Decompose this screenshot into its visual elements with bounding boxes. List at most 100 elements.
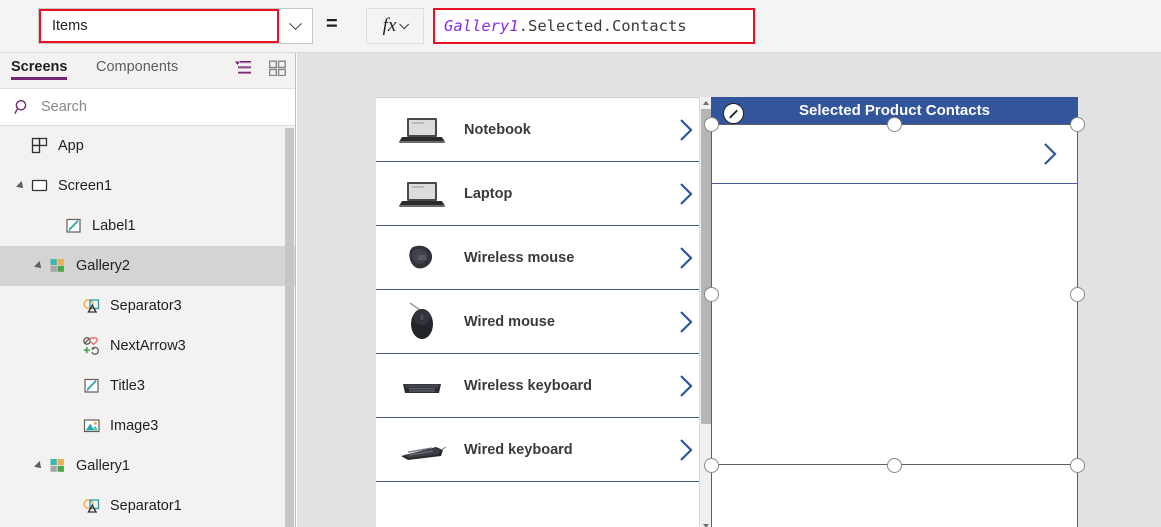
formula-bar: Items = fx Gallery1 .Selected.Contacts: [0, 0, 1161, 53]
tree-view-icon[interactable]: [234, 60, 252, 76]
power-apps-studio: Items = fx Gallery1 .Selected.Contacts Sc…: [0, 0, 1161, 527]
separator-icon: [82, 296, 102, 316]
gallery1-item[interactable]: Wired mouse: [376, 290, 710, 354]
tree-item-label: Title3: [110, 378, 145, 394]
search-placeholder: Search: [41, 99, 87, 115]
gallery1-control[interactable]: Notebook Laptop Wireless mouse Wired mouse W…: [376, 97, 710, 527]
screen-tree: App Screen1 Label1 Gallery2 Separator3 NextAr…: [0, 126, 295, 526]
property-dropdown-button[interactable]: [279, 9, 312, 43]
resize-handle-bottom-left[interactable]: [704, 458, 719, 473]
tree-item-label: NextArrow3: [110, 338, 186, 354]
gallery1-item-title: Laptop: [464, 185, 513, 202]
view-toggle-group: [234, 60, 286, 77]
wireless-keyboard-photo: [394, 364, 449, 408]
resize-handle-top-right[interactable]: [1070, 117, 1085, 132]
gallery1-item[interactable]: Wired keyboard: [376, 418, 710, 482]
edit-pencil-icon[interactable]: [723, 103, 744, 124]
tree-item-screen1[interactable]: Screen1: [0, 166, 295, 206]
gallery1-scroll-thumb[interactable]: [701, 109, 711, 424]
tree-item-gallery2[interactable]: Gallery2: [0, 246, 295, 286]
tree-item-nextarrow3[interactable]: NextArrow3: [0, 326, 295, 366]
next-arrow-icon[interactable]: [677, 181, 696, 207]
screen-icon: [30, 176, 50, 196]
app-canvas: Notebook Laptop Wireless mouse Wired mouse W…: [297, 53, 1161, 527]
gallery2-control[interactable]: Selected Product Contacts: [704, 97, 1085, 527]
nextarrow-icon: [82, 336, 102, 356]
formula-input[interactable]: Gallery1 .Selected.Contacts: [433, 8, 755, 44]
triangle-expanded-icon: [34, 261, 44, 271]
tree-expand-toggle[interactable]: [34, 261, 48, 271]
next-arrow-icon[interactable]: [677, 437, 696, 463]
gallery1-item[interactable]: Wireless keyboard: [376, 354, 710, 418]
next-arrow-icon[interactable]: [1041, 141, 1060, 167]
chevron-down-icon: [289, 16, 302, 30]
panel-tabs: Screens Components: [0, 53, 295, 89]
tab-components[interactable]: Components: [96, 59, 178, 75]
formula-token-rest: .Selected.Contacts: [518, 17, 687, 35]
gallery1-item-title: Wireless mouse: [464, 249, 575, 266]
tree-item-label: Separator3: [110, 298, 182, 314]
search-box[interactable]: Search: [0, 89, 295, 126]
resize-handle-bottom-center[interactable]: [887, 458, 902, 473]
tree-item-label: Screen1: [58, 178, 113, 194]
tree-item-label: Gallery1: [76, 458, 130, 474]
laptop-photo: [394, 108, 449, 152]
formula-token-reference: Gallery1: [444, 17, 519, 35]
resize-handle-middle-left[interactable]: [704, 287, 719, 302]
wired-mouse-photo: [394, 300, 449, 344]
tree-item-app[interactable]: App: [0, 126, 295, 166]
gallery1-item-title: Notebook: [464, 121, 531, 138]
property-input[interactable]: Items: [39, 9, 279, 43]
grid-view-icon[interactable]: [268, 60, 286, 77]
gallery1-item-title: Wired mouse: [464, 313, 555, 330]
scroll-up-arrow-icon[interactable]: [703, 101, 709, 105]
chevron-down-icon: [399, 18, 410, 29]
gallery1-item[interactable]: Laptop: [376, 162, 710, 226]
resize-handle-middle-right[interactable]: [1070, 287, 1085, 302]
tree-item-title3[interactable]: Title3: [0, 366, 295, 406]
gallery1-item[interactable]: Notebook: [376, 98, 710, 162]
tree-expand-toggle[interactable]: [16, 181, 30, 191]
tree-expand-toggle[interactable]: [34, 461, 48, 471]
tree-item-label: Separator1: [110, 498, 182, 514]
laptop-photo: [394, 172, 449, 216]
next-arrow-icon[interactable]: [677, 245, 696, 271]
gallery-icon: [48, 256, 68, 276]
gallery2-first-row[interactable]: [712, 124, 1077, 184]
label-icon: [64, 216, 84, 236]
gallery1-item[interactable]: Wireless mouse: [376, 226, 710, 290]
tree-item-gallery1[interactable]: Gallery1: [0, 446, 295, 486]
resize-handle-top-center[interactable]: [887, 117, 902, 132]
wireless-mouse-photo: [394, 236, 449, 280]
triangle-expanded-icon: [34, 461, 44, 471]
resize-handle-top-left[interactable]: [704, 117, 719, 132]
tree-item-image3[interactable]: Image3: [0, 406, 295, 446]
separator-icon: [82, 496, 102, 516]
fx-label: fx: [382, 15, 397, 36]
tree-item-separator3[interactable]: Separator3: [0, 286, 295, 326]
tree-item-label: App: [58, 138, 84, 154]
next-arrow-icon[interactable]: [677, 309, 696, 335]
property-selector[interactable]: Items: [38, 8, 313, 44]
tree-item-separator1[interactable]: Separator1: [0, 486, 295, 526]
fx-button[interactable]: fx: [366, 8, 424, 44]
tree-item-label1[interactable]: Label1: [0, 206, 295, 246]
app-icon: [30, 136, 50, 156]
gallery-icon: [48, 456, 68, 476]
resize-handle-bottom-right[interactable]: [1070, 458, 1085, 473]
left-navigation-panel: Screens Components Search App Screen1 La…: [0, 53, 296, 527]
image-icon: [82, 416, 102, 436]
search-icon: [14, 99, 31, 116]
label-icon: [82, 376, 102, 396]
gallery1-item-title: Wireless keyboard: [464, 377, 593, 394]
tree-item-label: Image3: [110, 418, 159, 434]
tab-screens[interactable]: Screens: [11, 59, 68, 80]
wired-keyboard-photo: [394, 428, 449, 472]
equals-sign: =: [326, 13, 338, 35]
gallery1-item-title: Wired keyboard: [464, 441, 573, 458]
left-panel-scrollbar[interactable]: [285, 128, 294, 527]
next-arrow-icon[interactable]: [677, 373, 696, 399]
left-panel-scroll-thumb[interactable]: [285, 128, 294, 527]
next-arrow-icon[interactable]: [677, 117, 696, 143]
tree-item-label: Gallery2: [76, 258, 130, 274]
